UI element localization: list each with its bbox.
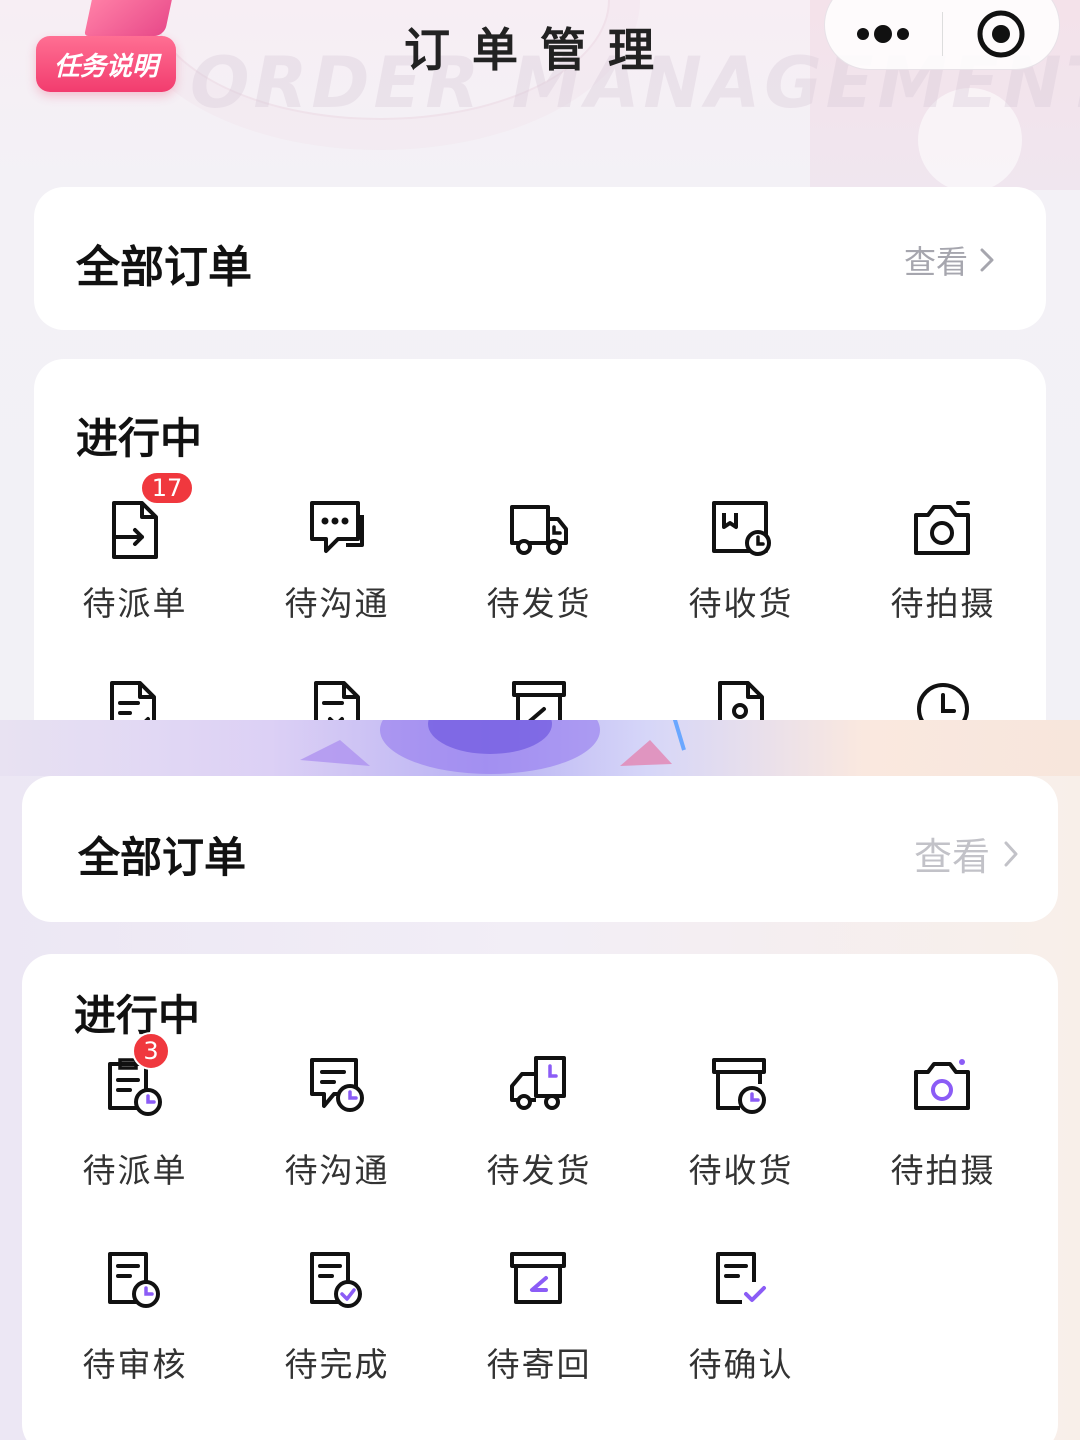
chat-clock-icon xyxy=(304,1054,370,1120)
doc-confirm-icon xyxy=(708,1248,774,1314)
status-pending-communication[interactable]: 待沟通 xyxy=(236,1054,438,1192)
delivery-truck-icon xyxy=(506,497,572,563)
all-orders-title: 全部订单 xyxy=(78,833,247,882)
status-pending-shipment[interactable]: 待发货 xyxy=(438,1054,640,1192)
view-label: 查看 xyxy=(913,835,990,879)
doc-clock-icon xyxy=(102,1248,168,1314)
clock-icon-partial xyxy=(917,683,969,720)
status-pending-dispatch[interactable]: 17 待派单 xyxy=(34,471,236,625)
status-pending-receipt[interactable]: 待收货 xyxy=(640,497,842,625)
receive-box-icon xyxy=(708,497,774,563)
status-label: 待寄回 xyxy=(486,1345,592,1384)
bottom-screenshot-panel: 全部订单 查看 进行中 3 待派单 待沟通 待发货 待收货 待拍摄 待审核 待完… xyxy=(0,720,1080,1440)
status-pending-shipment[interactable]: 待发货 xyxy=(438,497,640,625)
chevron-right-icon xyxy=(980,248,994,272)
status-pending-review[interactable]: 待审核 xyxy=(34,1248,236,1386)
chevron-right-icon xyxy=(1004,841,1018,866)
status-label: 待派单 xyxy=(82,1151,188,1190)
target-icon xyxy=(977,10,1025,58)
mini-program-capsule xyxy=(824,0,1060,70)
in-progress-title: 进行中 xyxy=(76,414,203,463)
status-label: 待确认 xyxy=(688,1345,794,1384)
doc-person-icon-partial xyxy=(718,681,764,720)
box-clock-icon xyxy=(708,1054,774,1120)
status-label: 待发货 xyxy=(486,1151,592,1190)
status-label: 待完成 xyxy=(284,1345,390,1384)
status-label: 待拍摄 xyxy=(890,1151,996,1190)
status-pending-dispatch[interactable]: 3 待派单 xyxy=(34,1032,236,1192)
status-pending-shoot[interactable]: 待拍摄 xyxy=(842,1054,1044,1192)
in-progress-title: 进行中 xyxy=(74,991,201,1040)
more-dots-icon xyxy=(857,25,910,43)
all-orders-card[interactable]: 全部订单 查看 xyxy=(22,776,1058,922)
status-label: 待沟通 xyxy=(284,1151,390,1190)
doc-check-icon xyxy=(304,1248,370,1314)
view-label: 查看 xyxy=(903,243,968,281)
all-orders-title: 全部订单 xyxy=(76,242,252,293)
view-all-orders-link[interactable]: 查看 xyxy=(904,237,998,283)
pending-dispatch-badge: 3 xyxy=(132,1032,170,1070)
status-label: 待派单 xyxy=(82,584,188,623)
status-pending-return[interactable]: 待寄回 xyxy=(438,1248,640,1386)
top-screenshot-panel: ORDER MANAGEMENT 任务说明 订单管理 全部订单 查看 进行中 1… xyxy=(0,0,1080,720)
chat-bubble-icon xyxy=(304,497,370,563)
camera-icon xyxy=(910,497,976,563)
in-progress-card: 进行中 17 待派单 待沟通 待发货 待收货 待拍摄 xyxy=(34,359,1046,720)
status-pending-completion[interactable]: 待完成 xyxy=(236,1248,438,1386)
status-label: 待审核 xyxy=(82,1345,188,1384)
close-mini-program-button[interactable] xyxy=(942,0,1059,69)
status-label: 待收货 xyxy=(688,1151,794,1190)
status-pending-receipt[interactable]: 待收货 xyxy=(640,1054,842,1192)
doc-check-icon-partial xyxy=(110,681,156,720)
document-arrow-icon: 17 xyxy=(102,471,194,563)
camera-icon xyxy=(910,1054,976,1120)
in-progress-card: 进行中 3 待派单 待沟通 待发货 待收货 待拍摄 待审核 待完成 待寄回 待确… xyxy=(22,954,1058,1440)
more-menu-button[interactable] xyxy=(825,0,942,69)
pending-dispatch-badge: 17 xyxy=(140,471,194,505)
doc-x-icon-partial xyxy=(314,681,360,720)
view-all-orders-link[interactable]: 查看 xyxy=(914,826,1022,881)
status-pending-communication[interactable]: 待沟通 xyxy=(236,497,438,625)
status-label: 待发货 xyxy=(486,584,592,623)
return-box-icon-partial xyxy=(512,681,566,720)
clipboard-clock-icon: 3 xyxy=(102,1032,170,1120)
mascot-illustration xyxy=(300,720,686,774)
all-orders-card[interactable]: 全部订单 查看 xyxy=(34,187,1046,330)
status-label: 待拍摄 xyxy=(890,584,996,623)
return-box-icon xyxy=(506,1248,572,1314)
truck-clock-icon xyxy=(506,1054,572,1120)
status-pending-confirmation[interactable]: 待确认 xyxy=(640,1248,842,1386)
status-label: 待收货 xyxy=(688,584,794,623)
status-label: 待沟通 xyxy=(284,584,390,623)
status-pending-shoot[interactable]: 待拍摄 xyxy=(842,497,1044,625)
